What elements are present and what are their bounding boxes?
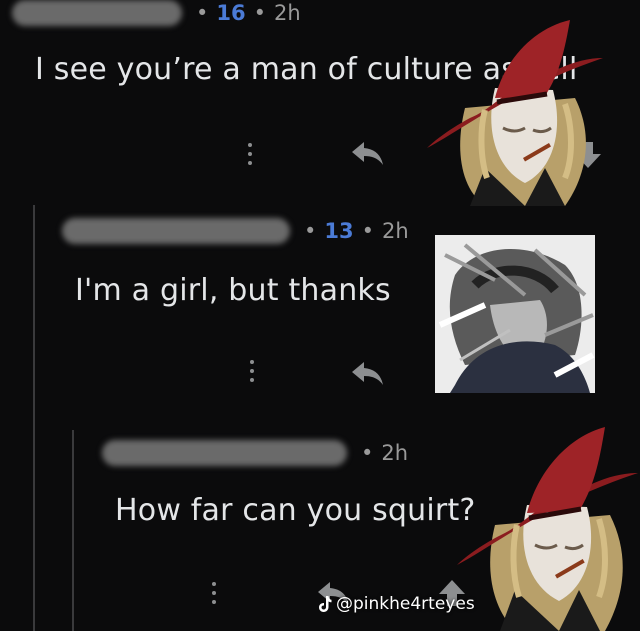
tiktok-watermark: @pinkhe4rteyes: [318, 594, 475, 614]
separator-dot: •: [304, 219, 317, 243]
separator-dot: •: [253, 1, 267, 25]
thread-line-level-2: [72, 430, 74, 631]
username-redacted[interactable]: [62, 218, 290, 244]
watermark-handle: @pinkhe4rteyes: [336, 594, 475, 614]
separator-dot: •: [196, 1, 209, 25]
score-count: 16: [216, 1, 246, 25]
comment-body: I'm a girl, but thanks: [75, 273, 391, 308]
character-sticker-red-hat: [457, 427, 638, 631]
timestamp: 2h: [381, 441, 409, 465]
comment-meta: • 13 • 2h: [62, 218, 409, 244]
separator-dot: •: [361, 441, 374, 465]
reply-icon[interactable]: [350, 140, 386, 166]
character-sketch-image: [435, 235, 595, 393]
more-options-icon[interactable]: [247, 143, 253, 173]
more-options-icon[interactable]: [249, 360, 255, 390]
reply-icon[interactable]: [350, 360, 386, 386]
username-redacted[interactable]: [102, 440, 347, 466]
timestamp: 2h: [382, 219, 409, 243]
timestamp: 2h: [274, 1, 301, 25]
tiktok-logo-icon: [319, 596, 332, 612]
comment-meta: • 2h: [102, 440, 408, 466]
score-count: 13: [324, 219, 354, 243]
username-redacted[interactable]: [12, 0, 182, 26]
separator-dot: •: [361, 219, 375, 243]
comment-meta: • 16 • 2h: [12, 0, 301, 26]
thread-line-level-1: [33, 205, 35, 631]
character-sticker-red-hat: [427, 20, 603, 206]
comment-body: How far can you squirt?: [115, 493, 476, 528]
more-options-icon[interactable]: [211, 582, 217, 612]
